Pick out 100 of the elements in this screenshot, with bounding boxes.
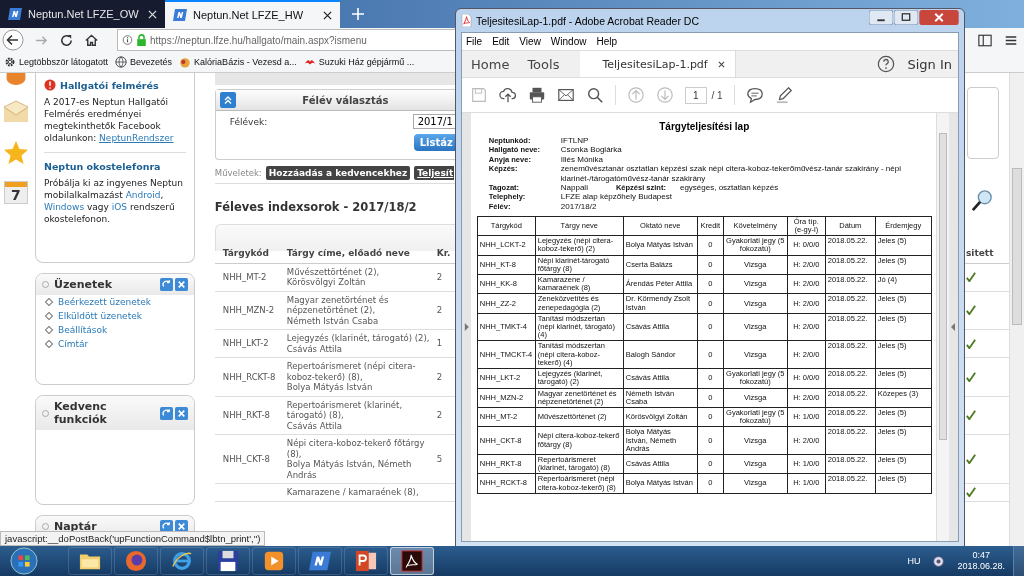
reload-icon[interactable] — [59, 32, 74, 48]
nav-tab[interactable]: Home — [462, 56, 519, 72]
clock[interactable]: 0:47 2018.06.28. — [957, 550, 1005, 572]
maximize-icon[interactable] — [894, 10, 918, 25]
alert-icon — [43, 79, 56, 91]
field-value: egységes, osztatlan képzés — [679, 183, 779, 193]
semester-select[interactable]: 2017/1 — [412, 114, 455, 129]
menu-item[interactable]: File — [466, 36, 483, 47]
apple-icon — [179, 56, 192, 68]
field-value: Illés Mónika — [560, 154, 604, 165]
table-cell: 2 — [436, 410, 443, 421]
bookmark-link[interactable]: Legtöbbször látogatott — [4, 56, 109, 68]
menu-item[interactable]: Window — [550, 36, 587, 47]
browser-tab[interactable]: Neptun.Net LFZE_OW — [0, 0, 165, 28]
pdf-icon — [461, 14, 472, 27]
taskbar-app[interactable] — [160, 547, 204, 575]
list-button[interactable]: Listáz — [413, 134, 455, 151]
panel-title: Félév választás — [301, 94, 390, 106]
table-cell: 1 — [436, 338, 443, 349]
menu-item[interactable]: View — [519, 36, 541, 47]
browser-icon — [171, 550, 193, 572]
nav-tab[interactable]: Tools — [518, 56, 569, 72]
logo-icon — [309, 550, 331, 572]
table-cell: NHH_MZN-2 — [222, 305, 275, 316]
sidebar-link[interactable]: Elküldött üzenetek — [57, 311, 142, 321]
taskbar-app[interactable] — [68, 547, 112, 575]
pen-icon[interactable] — [774, 86, 793, 104]
panel-title: Neptun okostelefonra — [43, 161, 162, 172]
table-cell: 2 — [436, 371, 443, 382]
table-cell: NHH_LKT-2 — [222, 338, 269, 349]
media-player-icon — [263, 550, 285, 572]
collapse-icon[interactable] — [219, 92, 236, 108]
help-icon[interactable] — [877, 55, 896, 73]
sign-in-button[interactable]: Sign In — [907, 56, 952, 72]
column-header: Tárgy címe, előadó neve — [286, 247, 411, 260]
network-icon[interactable] — [932, 554, 946, 568]
scrollbar[interactable] — [1009, 73, 1024, 546]
refresh-icon[interactable] — [159, 278, 173, 291]
search-icon[interactable] — [586, 86, 604, 104]
calendar-icon[interactable]: 7 — [4, 181, 28, 204]
action-button[interactable]: Teljesít — [414, 166, 455, 180]
window-title: TeljesitesiLap-1.pdf - Adobe Acrobat Reader DC — [476, 14, 700, 27]
link[interactable]: NeptunRendszer — [99, 133, 174, 143]
menu-icon[interactable] — [1004, 33, 1018, 47]
menu-item[interactable]: Edit — [492, 36, 510, 47]
info-icon[interactable] — [122, 34, 133, 46]
page-number-field[interactable]: 1 — [685, 86, 707, 104]
sidebar-link[interactable]: Beérkezett üzenetek — [57, 297, 151, 307]
back-icon[interactable] — [2, 29, 24, 51]
table-cell: Művészettörténet (2), Körösvölgyi Zoltán — [286, 266, 380, 288]
floppy-icon — [217, 550, 239, 572]
action-button[interactable]: Hozzáadás a kedvencekhez — [265, 166, 411, 180]
taskbar-app[interactable] — [252, 547, 296, 575]
language-indicator[interactable]: HU — [907, 556, 921, 566]
field-value: LFZE alap képzőhely Budapest — [560, 192, 672, 202]
column-header: Tárgykód — [221, 247, 270, 260]
section-heading: Féleves indexsorok - 2017/18/2 — [214, 200, 418, 214]
document-tab[interactable]: TeljesitesiLap-1.pdf — [580, 51, 736, 77]
table-cell-text: Repertoárismeret (népi citera-koboz-tekerő) (8), Bolya Mátyás István — [286, 361, 417, 393]
sidebar-icon[interactable] — [978, 33, 992, 47]
minimize-icon[interactable] — [869, 10, 893, 25]
link[interactable]: Windows — [43, 202, 85, 212]
taskbar-app[interactable] — [344, 547, 388, 575]
table-cell-text: Népi citera-koboz-tekerő főtárgy (8), Bolya Mátyás István, Németh András — [286, 438, 426, 480]
panel-title: Üzenetek — [53, 278, 114, 291]
table-cell-text: Repertoárismeret (klarinét, tárogató) (8), Csávás Attila — [286, 399, 404, 431]
table-cell: 2 — [436, 271, 443, 283]
magnifier-icon[interactable] — [970, 189, 993, 213]
bookmark-link[interactable]: Bevezetés — [115, 56, 173, 68]
refresh-icon[interactable] — [159, 406, 173, 420]
mail-icon[interactable] — [557, 86, 575, 104]
table-cell: Lejegyzés (klarinét, tárogató) (2), Csávás Attila — [286, 333, 430, 354]
status-text: javascript:__doPostBack('upFunctionCommand$lbtn_print','') — [0, 531, 266, 546]
bookmark-link[interactable]: KalóriaBázis - Vezesd a... — [179, 56, 297, 68]
taskbar-app[interactable] — [390, 547, 434, 575]
cloud-upload-icon[interactable] — [499, 86, 517, 104]
field-value: Csonka Boglárka — [560, 145, 622, 155]
panel-title-text: Hallgatói felmérés — [59, 79, 159, 91]
close-icon[interactable] — [717, 60, 725, 68]
menu-item[interactable]: Help — [596, 36, 617, 47]
bookmark-link[interactable]: Suzuki Ház gépjármű ... — [303, 56, 415, 68]
table-cell: 2 — [436, 305, 443, 316]
sidebar-link[interactable]: Címtár — [57, 339, 89, 349]
start-button[interactable] — [10, 547, 38, 575]
sidebar-link[interactable]: Beállítások — [57, 325, 108, 335]
home-icon[interactable] — [84, 32, 99, 48]
logo-icon — [173, 9, 187, 21]
link[interactable]: iOS — [111, 202, 128, 212]
close-icon[interactable] — [323, 10, 332, 20]
comment-icon[interactable] — [745, 86, 764, 104]
url-field[interactable]: https://neptun.lfze.hu/hallgato/main.aspx?ismenu — [117, 29, 455, 51]
taskbar-app[interactable] — [206, 547, 250, 575]
logo-icon — [8, 8, 22, 20]
table-cell: NHH_CKT-8 — [222, 453, 270, 465]
document-title: Tárgyteljesítési lap — [658, 121, 751, 132]
print-icon[interactable] — [528, 86, 546, 104]
browser-tab[interactable]: Neptun.Net LFZE_HW — [165, 0, 340, 28]
new-tab-icon[interactable] — [352, 8, 364, 20]
taskbar-app[interactable] — [298, 547, 342, 575]
column-header: Kr. — [436, 247, 452, 260]
